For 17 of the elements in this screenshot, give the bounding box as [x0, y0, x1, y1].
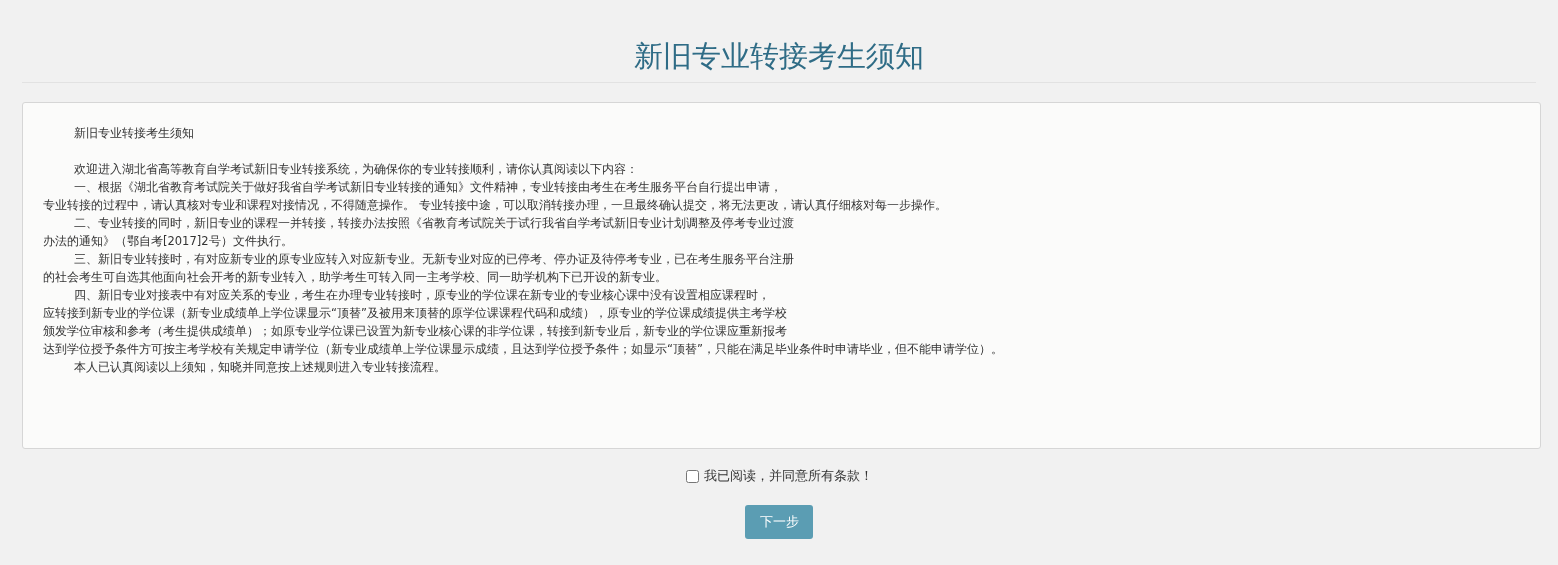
notice-text: 欢迎进入湖北省高等教育自学考试新旧专业转接系统，为确保你的专业转接顺利，请你认真阅读以下内容：	[73, 161, 639, 178]
notice-text: 四、新旧专业对接表中有对应关系的专业，考生在办理专业转接时，原专业的学位课在新专业的专业核心课中没有设置相应课程时，	[73, 287, 771, 304]
notice-text: 颁发学位审核和参考（考生提供成绩单）；如原专业学位课已设置为新专业核心课的非学位课，转接到新专业后，新专业的学位课应重新报考	[43, 323, 788, 340]
page-title: 新旧专业转接考生须知	[633, 38, 925, 75]
notice-text: 三、新旧专业转接时，有对应新专业的原专业应转入对应新专业。无新专业对应的已停考、停办证及待停考专业，已在考生服务平台注册	[73, 251, 795, 268]
notice-title: 新旧专业转接考生须知	[73, 125, 195, 142]
agree-label: 我已阅读，并同意所有条款！	[703, 467, 873, 485]
notice-text: 应转接到新专业的学位课（新专业成绩单上学位课显示“顶替”及被用来顶替的原学位课课程代码和成绩），原专业的学位课成绩提供主考学校	[43, 305, 788, 322]
notice-text: 专业转接的过程中，请认真核对专业和课程对接情况，不得随意操作。 专业转接中途，可以取消转接办理，一旦最终确认提交，将无法更改，请认真仔细核对每一步操作。	[43, 197, 948, 214]
notice-text: 二、专业转接的同时，新旧专业的课程一并转接，转接办法按照《省教育考试院关于试行我省自学考试新旧专业计划调整及停考专业过渡	[73, 215, 795, 232]
notice-text: 办法的通知》（鄂自考[2017]2号）文件执行。	[43, 233, 294, 250]
notice-text: 达到学位授予条件方可按主考学校有关规定申请学位（新专业成绩单上学位课显示成绩，且达到学位授予条件；如显示“顶替”，只能在满足毕业条件时申请毕业，但不能申请学位）。	[43, 341, 1004, 358]
notice-text: 本人已认真阅读以上须知，知晓并同意按上述规则进入专业转接流程。	[73, 359, 447, 376]
next-button[interactable]: 下一步	[745, 505, 813, 539]
notice-text: 一、根据《湖北省教育考试院关于做好我省自学考试新旧专业转接的通知》文件精神，专业转接由考生在考生服务平台自行提出申请，	[73, 179, 783, 196]
notice-text: 的社会考生可自选其他面向社会开考的新专业转入，助学考生可转入同一主考学校、同一助学机构下已开设的新专业。	[43, 269, 668, 286]
agree-checkbox[interactable]	[685, 469, 699, 483]
